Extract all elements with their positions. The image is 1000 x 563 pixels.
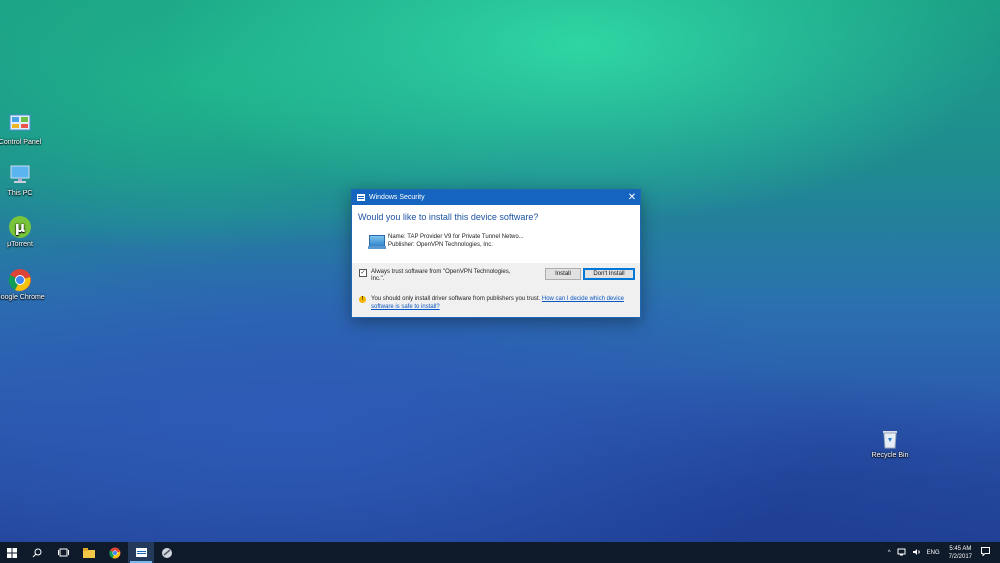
- device-info: Name: TAP Provider V9 for Private Tunnel…: [352, 229, 640, 259]
- volume-icon[interactable]: [912, 548, 921, 558]
- window-icon: [357, 194, 365, 201]
- task-view-icon: [57, 548, 69, 557]
- task-view-button[interactable]: [50, 542, 76, 563]
- always-trust-label[interactable]: Always trust software from "OpenVPN Tech…: [371, 269, 521, 283]
- device-publisher: Publisher: OpenVPN Technologies, Inc.: [388, 242, 493, 248]
- desktop-icon-recycle-bin[interactable]: Recycle Bin: [860, 426, 920, 460]
- desktop-icon-label: This PC: [7, 190, 33, 197]
- desktop-icon-google-chrome[interactable]: Google Chrome: [0, 268, 50, 302]
- action-center-button[interactable]: [981, 547, 990, 558]
- install-button[interactable]: Install: [545, 268, 581, 280]
- device-name: Name: TAP Provider V9 for Private Tunnel…: [388, 234, 524, 240]
- desktop-icon-label: Control Panel: [0, 139, 42, 146]
- desktop-icon-label: μTorrent: [7, 241, 33, 248]
- desktop-icon-label: Recycle Bin: [871, 452, 909, 459]
- control-panel-icon: [8, 113, 32, 137]
- search-button[interactable]: [24, 542, 50, 563]
- dont-install-button[interactable]: Don't Install: [583, 268, 635, 280]
- desktop-icon-utorrent[interactable]: µ μTorrent: [0, 215, 50, 249]
- chrome-icon: [109, 547, 121, 558]
- svg-text:µ: µ: [15, 220, 25, 236]
- clock[interactable]: 5:45 AM 7/2/2017: [949, 545, 972, 561]
- desktop-icon-this-pc[interactable]: This PC: [0, 164, 50, 198]
- app-icon: [162, 547, 172, 558]
- clock-time: 5:45 AM: [949, 545, 972, 552]
- taskbar: ^ ENG 5:45 AM 7/2/2017: [0, 542, 1000, 563]
- security-window-icon: [135, 548, 147, 557]
- recycle-bin-icon: [878, 426, 902, 450]
- dialog-heading: Would you like to install this device so…: [358, 212, 539, 222]
- close-button[interactable]: ✕: [624, 190, 640, 205]
- computer-icon: [8, 164, 32, 188]
- dialog-title: Windows Security: [369, 194, 425, 201]
- taskbar-chrome[interactable]: [102, 542, 128, 563]
- dialog-titlebar[interactable]: Windows Security ✕: [352, 190, 640, 205]
- language-indicator[interactable]: ENG: [927, 550, 940, 556]
- folder-icon: [83, 547, 95, 558]
- always-trust-checkbox[interactable]: ✓: [359, 269, 367, 277]
- windows-security-dialog: Windows Security ✕ Would you like to ins…: [351, 189, 641, 318]
- dialog-footer: ✓ Always trust software from "OpenVPN Te…: [352, 263, 640, 317]
- show-hidden-icons-button[interactable]: ^: [888, 550, 891, 556]
- taskbar-file-explorer[interactable]: [76, 542, 102, 563]
- system-tray: ^ ENG 5:45 AM 7/2/2017: [885, 542, 1000, 563]
- warning-shield-icon: !: [359, 296, 366, 303]
- windows-logo-icon: [7, 547, 17, 558]
- warning-message: You should only install driver software …: [371, 296, 636, 311]
- taskbar-windows-security[interactable]: [128, 542, 154, 563]
- network-adapter-icon: [368, 235, 386, 249]
- desktop-icon-label: Google Chrome: [0, 294, 45, 301]
- desktop-icon-control-panel[interactable]: Control Panel: [0, 113, 50, 147]
- network-icon[interactable]: [897, 548, 906, 558]
- search-icon: [32, 548, 42, 557]
- taskbar-app[interactable]: [154, 542, 180, 563]
- utorrent-icon: µ: [8, 215, 32, 239]
- warning-text: You should only install driver software …: [371, 296, 541, 302]
- start-button[interactable]: [0, 542, 24, 563]
- chrome-icon: [8, 268, 32, 292]
- clock-date: 7/2/2017: [948, 553, 972, 560]
- notification-icon: [981, 547, 990, 557]
